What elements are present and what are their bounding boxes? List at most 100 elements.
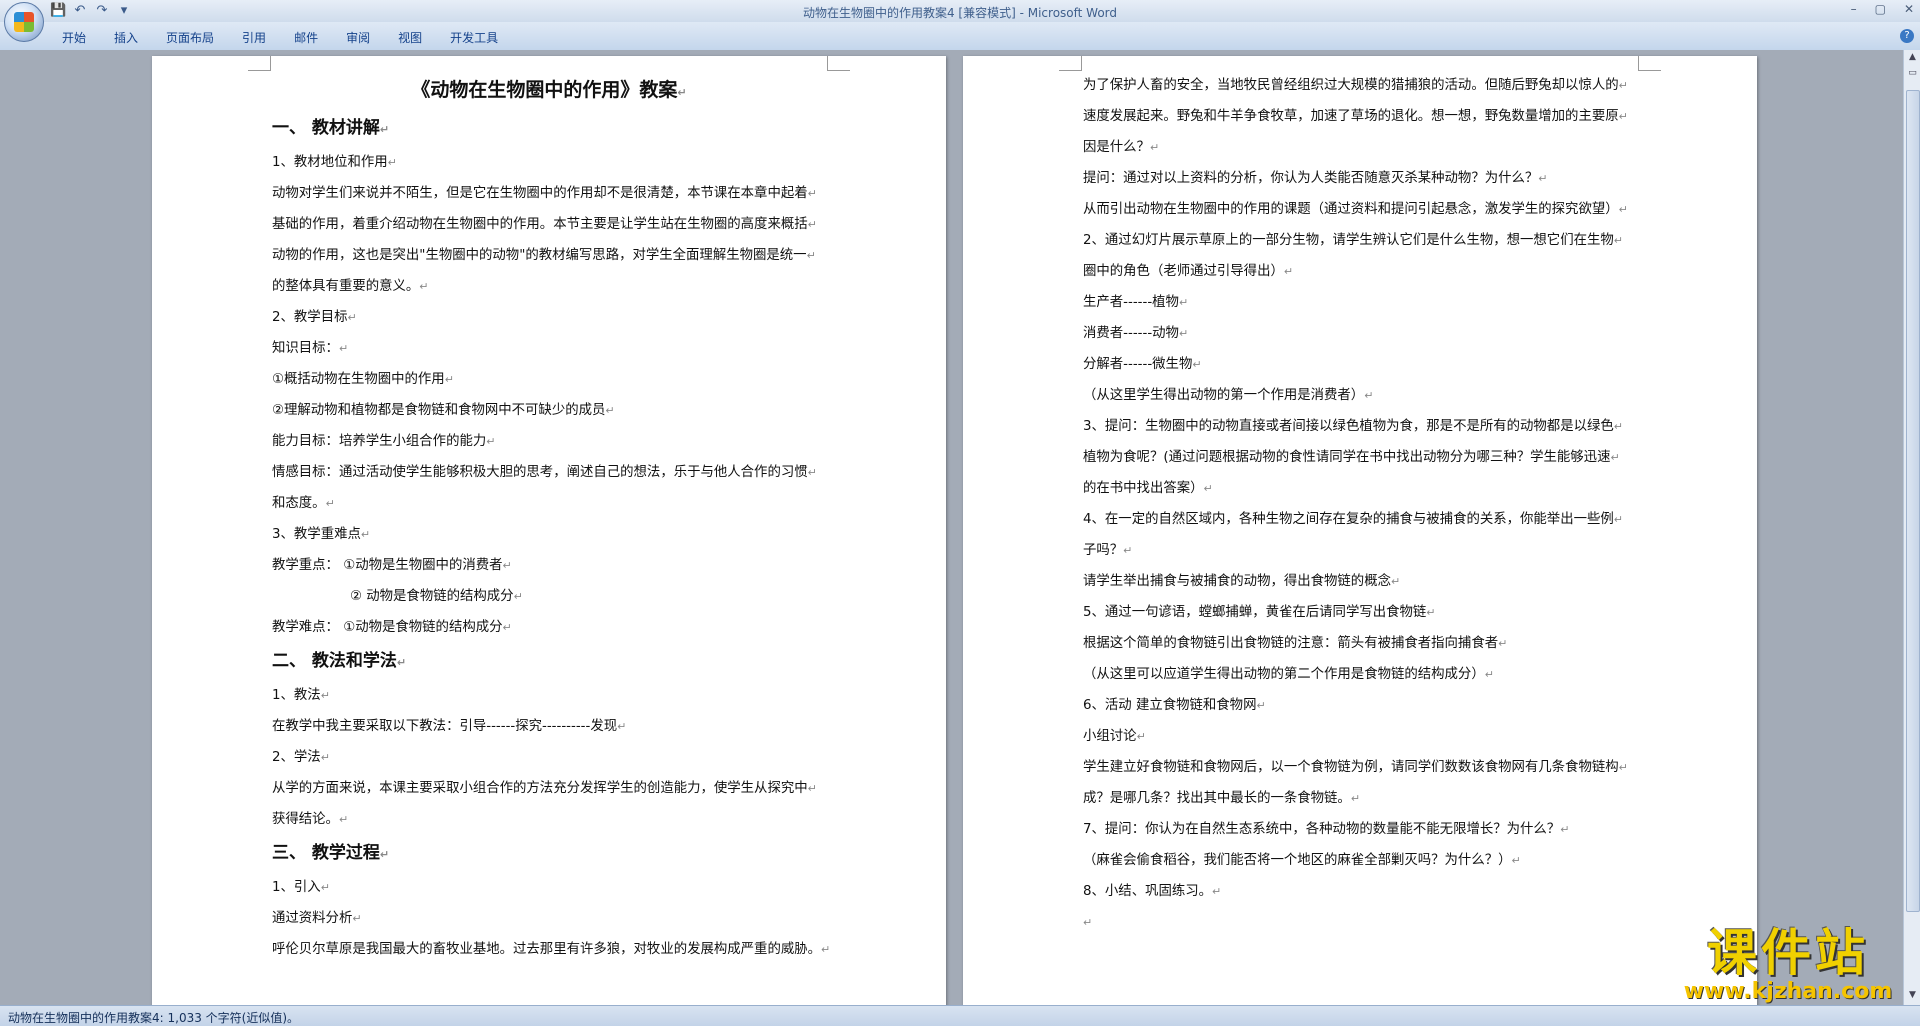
paragraph-text: 根据这个简单的食物链引出食物链的注意：箭头有被捕食者指向捕食者 (1083, 636, 1499, 651)
paragraph-mark-icon: ↵ (1613, 513, 1623, 526)
paragraph-mark-icon: ↵ (1136, 730, 1146, 743)
paragraph-line: ②理解动物和植物都是食物链和食物网中不可缺少的成员↵ (272, 395, 826, 426)
paragraph-text: 学生建立好食物链和食物网后，以一个食物链为例，请同学们数数该食物网有几条食物链构 (1083, 760, 1619, 775)
paragraph-text: 获得结论。 (272, 812, 339, 827)
paragraph-line: 的在书中找出答案）↵ (1083, 473, 1637, 504)
paragraph-mark-icon: ↵ (486, 435, 496, 448)
paragraph-mark-icon: ↵ (605, 404, 615, 417)
tab-review[interactable]: 审阅 (332, 29, 384, 46)
paragraph-line: 1、引入↵ (272, 872, 826, 903)
paragraph-line: 成？是哪几条？找出其中最长的一条食物链。↵ (1083, 783, 1637, 814)
paragraph-text: 情感目标：通过活动使学生能够积极大胆的思考，阐述自己的想法，乐于与他人合作的习惯 (272, 465, 808, 480)
maximize-button[interactable]: ▢ (1875, 2, 1886, 16)
paragraph-text: 动物的作用，这也是突出"生物圈中的动物"的教材编写思路，对学生全面理解生物圈是统… (272, 248, 807, 263)
paragraph-mark-icon: ↵ (1560, 823, 1570, 836)
paragraph-text: 1、教法 (272, 688, 321, 703)
paragraph-text: 8、小结、巩固练习。 (1083, 884, 1213, 899)
paragraph-mark-icon: ↵ (1149, 141, 1160, 154)
paragraph-mark-icon: ↵ (396, 656, 407, 669)
paragraph-text: 能力目标：培养学生小组合作的能力 (272, 434, 487, 449)
paragraph-line: 从学的方面来说，本课主要采取小组合作的方法充分发挥学生的创造能力，使学生从探究中… (272, 773, 826, 804)
paragraph-line: 通过资料分析↵ (272, 903, 826, 934)
paragraph-mark-icon: ↵ (502, 559, 512, 572)
tab-home[interactable]: 开始 (48, 29, 100, 46)
paragraph-text: 知识目标： (272, 341, 339, 356)
paragraph-line: 基础的作用，着重介绍动物在生物圈中的作用。本节主要是让学生站在生物圈的高度来概括… (272, 209, 826, 240)
paragraph-text: 因是什么？ (1083, 140, 1150, 155)
paragraph-line: ↵ (1083, 907, 1637, 938)
paragraph-line: 教学重点： ①动物是生物圈中的消费者↵ (272, 550, 826, 581)
window-controls: – ▢ ✕ (1851, 2, 1914, 16)
paragraph-mark-icon: ↵ (1613, 420, 1623, 433)
paragraph-mark-icon: ↵ (387, 156, 397, 169)
scrollbar-thumb[interactable] (1906, 90, 1920, 912)
document-page-2[interactable]: 为了保护人畜的安全，当地牧民曾经组织过大规模的猎捕狼的活动。但随后野兔却以惊人的… (963, 56, 1757, 1005)
tab-insert[interactable]: 插入 (100, 29, 152, 46)
paragraph-mark-icon: ↵ (1256, 699, 1266, 712)
paragraph-text: 1、教材地位和作用 (272, 155, 388, 170)
paragraph-line: 3、提问：生物圈中的动物直接或者间接以绿色植物为食，那是不是所有的动物都是以绿色… (1083, 411, 1637, 442)
paragraph-text: 子吗？ (1083, 543, 1124, 558)
paragraph-text: 的整体具有重要的意义。 (272, 279, 420, 294)
paragraph-line: （麻雀会偷食稻谷，我们能否将一个地区的麻雀全部剿灭吗？为什么？）↵ (1083, 845, 1637, 876)
paragraph-line: 5、通过一句谚语，螳螂捕蝉，黄雀在后请同学写出食物链↵ (1083, 597, 1637, 628)
vertical-scrollbar[interactable]: ▲ ▭ ▼ (1903, 50, 1920, 1005)
paragraph-mark-icon: ↵ (347, 311, 357, 324)
tab-references[interactable]: 引用 (228, 29, 280, 46)
paragraph-text: 一、 教材讲解 (272, 118, 380, 138)
scroll-up-icon[interactable]: ▲ (1906, 52, 1919, 65)
paragraph-mark-icon: ↵ (1178, 296, 1189, 309)
paragraph-text: 2、学法 (272, 750, 321, 765)
tab-page-layout[interactable]: 页面布局 (152, 29, 228, 46)
paragraph-text: （麻雀会偷食稻谷，我们能否将一个地区的麻雀全部剿灭吗？为什么？） (1083, 853, 1512, 868)
paragraph-line: 根据这个简单的食物链引出食物链的注意：箭头有被捕食者指向捕食者↵ (1083, 628, 1637, 659)
paragraph-text: ②理解动物和植物都是食物链和食物网中不可缺少的成员 (272, 403, 606, 418)
paragraph-line: 1、教法↵ (272, 680, 826, 711)
paragraph-mark-icon: ↵ (444, 373, 454, 386)
paragraph-mark-icon: ↵ (1426, 606, 1436, 619)
paragraph-mark-icon: ↵ (1511, 854, 1521, 867)
paragraph-line: 动物的作用，这也是突出"生物圈中的动物"的教材编写思路，对学生全面理解生物圈是统… (272, 240, 826, 271)
paragraph-mark-icon: ↵ (320, 689, 330, 702)
tab-developer[interactable]: 开发工具 (436, 29, 512, 46)
paragraph-line: 和态度。↵ (272, 488, 826, 519)
paragraph-line: 二、 教法和学法↵ (272, 643, 826, 680)
paragraph-mark-icon: ↵ (360, 528, 371, 541)
office-button[interactable] (4, 2, 44, 42)
paragraph-mark-icon: ↵ (1364, 389, 1374, 402)
paragraph-text: 教学重点： ①动物是生物圈中的消费者 (272, 558, 503, 573)
paragraph-line: 请学生举出捕食与被捕食的动物，得出食物链的概念↵ (1083, 566, 1637, 597)
paragraph-mark-icon: ↵ (1538, 172, 1548, 185)
paragraph-text: 教学难点： ①动物是食物链的结构成分 (272, 620, 503, 635)
paragraph-line: 教学难点： ①动物是食物链的结构成分↵ (272, 612, 826, 643)
paragraph-mark-icon: ↵ (807, 782, 817, 795)
paragraph-mark-icon: ↵ (1390, 575, 1401, 588)
paragraph-text: 从而引出动物在生物圈中的作用的课题（通过资料和提问引起悬念，激发学生的探究欲望） (1083, 202, 1619, 217)
paragraph-line: 提问：通过对以上资料的分析，你认为人类能否随意灭杀某种动物？为什么？↵ (1083, 163, 1637, 194)
paragraph-mark-icon: ↵ (677, 86, 687, 99)
close-button[interactable]: ✕ (1904, 2, 1914, 16)
paragraph-mark-icon: ↵ (1618, 761, 1628, 774)
tab-view[interactable]: 视图 (384, 29, 436, 46)
paragraph-line: （从这里可以应道学生得出动物的第二个作用是食物链的结构成分）↵ (1083, 659, 1637, 690)
paragraph-mark-icon: ↵ (1618, 79, 1628, 92)
watermark-title: 课件站 (1707, 924, 1869, 982)
paragraph-text: 呼伦贝尔草原是我国最大的畜牧业基地。过去那里有许多狼，对牧业的发展构成严重的威胁… (272, 942, 822, 957)
paragraph-text: 2、通过幻灯片展示草原上的一部分生物，请学生辨认它们是什么生物，想一想它们在生物 (1083, 233, 1614, 248)
paragraph-line: 呼伦贝尔草原是我国最大的畜牧业基地。过去那里有许多狼，对牧业的发展构成严重的威胁… (272, 934, 830, 965)
document-area[interactable]: 《动物在生物圈中的作用》教案↵ 一、 教材讲解↵ 1、教材地位和作用↵ 动物对学生们来… (0, 50, 1903, 1005)
help-icon[interactable]: ? (1900, 29, 1914, 43)
title-bar: 💾 ↶ ↷ ▾ 动物在生物圈中的作用教案4 [兼容模式] - Microsoft… (0, 0, 1920, 42)
paragraph-mark-icon: ↵ (320, 881, 330, 894)
paragraph-text: ② 动物是食物链的结构成分 (350, 589, 514, 604)
document-page-1[interactable]: 《动物在生物圈中的作用》教案↵ 一、 教材讲解↵ 1、教材地位和作用↵ 动物对学生们来… (152, 56, 946, 1005)
paragraph-line: 2、学法↵ (272, 742, 826, 773)
crop-mark (827, 56, 850, 71)
paragraph-text: 提问：通过对以上资料的分析，你认为人类能否随意灭杀某种动物？为什么？ (1083, 171, 1539, 186)
paragraph-text: 2、教学目标 (272, 310, 348, 325)
ruler-toggle-icon[interactable]: ▭ (1906, 68, 1919, 81)
paragraph-text: 三、 教学过程 (272, 843, 380, 863)
tab-mailings[interactable]: 邮件 (280, 29, 332, 46)
paragraph-mark-icon: ↵ (1613, 234, 1623, 247)
minimize-button[interactable]: – (1851, 2, 1857, 16)
